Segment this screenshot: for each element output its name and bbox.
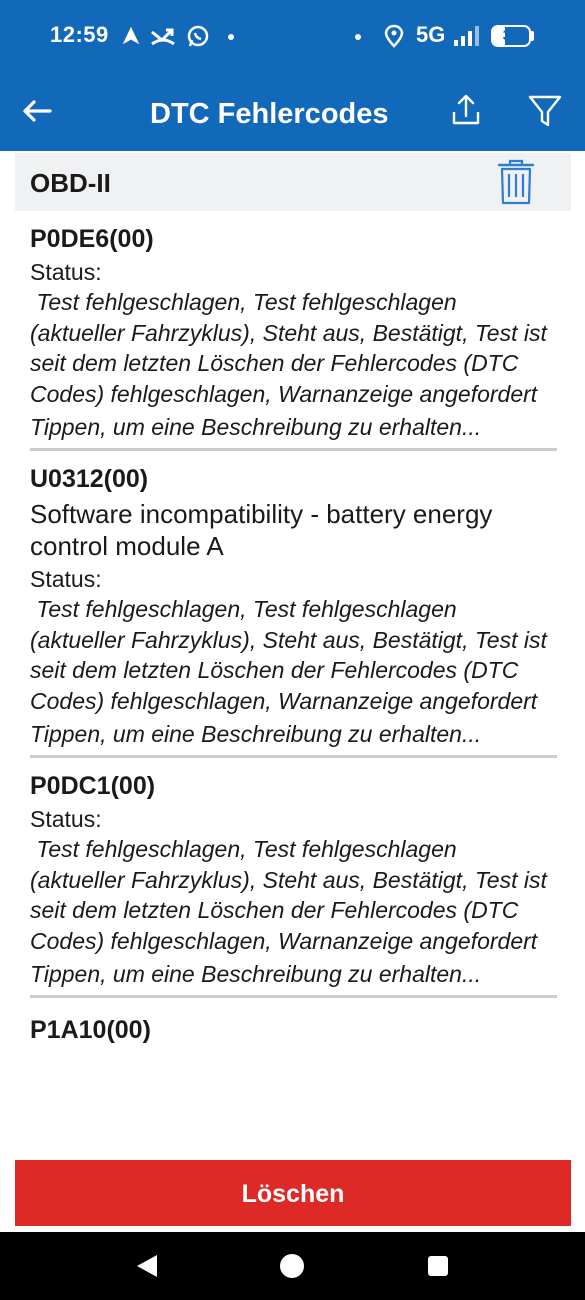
status-time: 12:59 xyxy=(50,22,109,47)
page-title: DTC Fehlercodes xyxy=(150,98,389,130)
dtc-item[interactable]: P0DE6(00) Status: Test fehlgeschlagen, T… xyxy=(15,211,571,448)
dtc-status-text: Test fehlgeschlagen, Test fehlgeschlagen… xyxy=(30,596,554,714)
back-arrow-icon[interactable] xyxy=(20,94,54,128)
dtc-list: P0DE6(00) Status: Test fehlgeschlagen, T… xyxy=(15,211,571,1161)
missed-call-icon xyxy=(151,28,175,46)
dtc-item[interactable]: P0DC1(00) Status: Test fehlgeschlagen, T… xyxy=(15,758,571,995)
share-icon[interactable] xyxy=(448,92,484,128)
battery-icon: 34 xyxy=(491,25,531,47)
dtc-code: P0DC1(00) xyxy=(30,772,156,800)
notification-dot-icon xyxy=(228,34,234,40)
nav-recents-icon[interactable] xyxy=(424,1252,452,1280)
dtc-status-label: Status: xyxy=(30,806,102,832)
notification-dot-icon xyxy=(355,34,361,40)
nav-back-icon[interactable] xyxy=(133,1252,161,1280)
battery-level: 34 xyxy=(502,27,520,44)
dtc-status-label: Status: xyxy=(30,566,102,592)
system-navigation-bar xyxy=(0,1232,585,1300)
network-type: 5G xyxy=(416,22,446,47)
filter-icon[interactable] xyxy=(526,92,564,130)
dtc-item[interactable]: U0312(00) Software incompatibility - bat… xyxy=(15,451,571,755)
dtc-description-hint[interactable]: Tippen, um eine Beschreibung zu erhalten… xyxy=(30,412,556,448)
delete-button[interactable]: Löschen xyxy=(15,1160,571,1226)
dtc-status-text: Test fehlgeschlagen, Test fehlgeschlagen… xyxy=(30,289,554,407)
dtc-description-hint[interactable]: Tippen, um eine Beschreibung zu erhalten… xyxy=(30,959,556,995)
header: 12:59 5G 34 DTC Fehlercodes xyxy=(0,0,585,151)
section-title: OBD-II xyxy=(30,168,111,198)
navigation-icon xyxy=(122,26,140,45)
nav-home-icon[interactable] xyxy=(278,1252,306,1280)
signal-icon xyxy=(454,26,479,46)
battery-tip xyxy=(531,31,534,41)
app-bar: DTC Fehlercodes xyxy=(0,72,585,151)
dtc-description: Software incompatibility - battery energ… xyxy=(30,499,493,561)
dtc-code: U0312(00) xyxy=(30,465,149,493)
location-icon xyxy=(384,24,404,48)
trash-icon[interactable] xyxy=(496,158,536,206)
dtc-description-hint[interactable]: Tippen, um eine Beschreibung zu erhalten… xyxy=(30,719,556,755)
status-bar: 12:59 5G 34 xyxy=(0,0,585,72)
whatsapp-icon xyxy=(187,25,209,47)
dtc-status-text: Test fehlgeschlagen, Test fehlgeschlagen… xyxy=(30,836,554,954)
dtc-code: P0DE6(00) xyxy=(30,225,154,253)
section-header-obd2: OBD-II xyxy=(15,153,571,211)
dtc-item[interactable]: P1A10(00) xyxy=(15,998,571,1046)
dtc-code: P1A10(00) xyxy=(30,1016,151,1044)
dtc-status-label: Status: xyxy=(30,259,102,285)
